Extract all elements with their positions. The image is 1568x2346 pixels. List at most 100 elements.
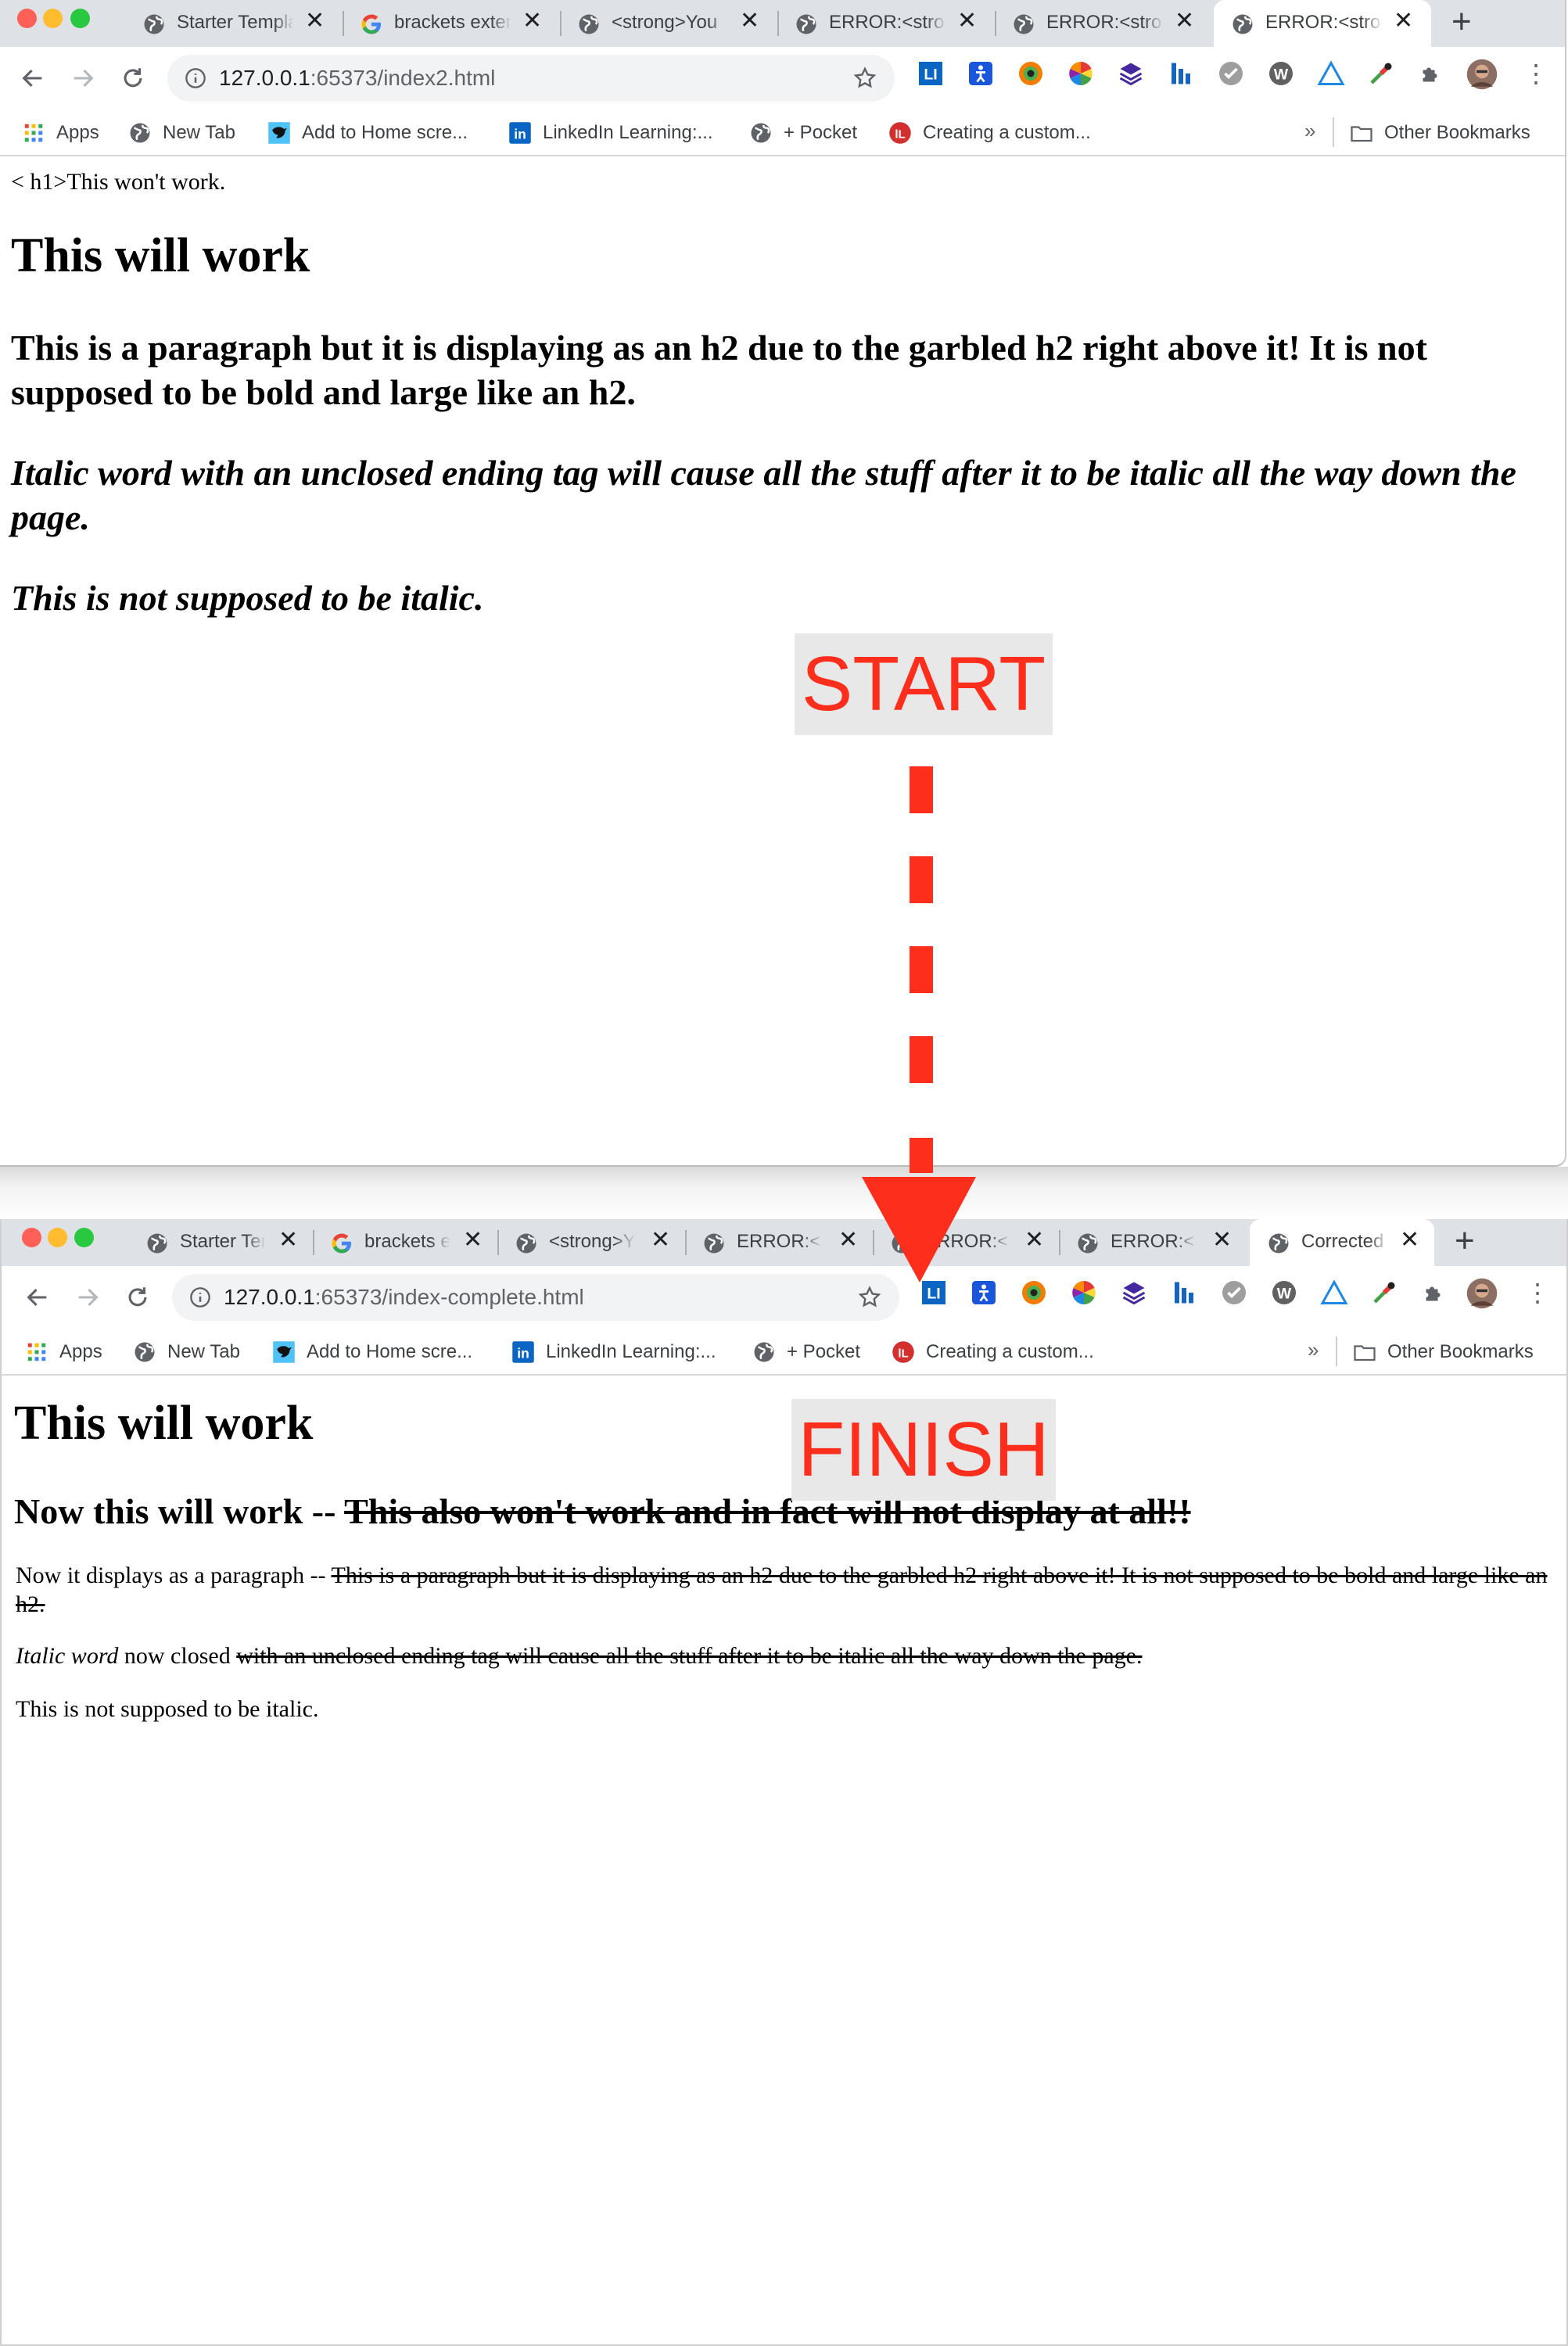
bookmark-new-tab[interactable]: New Tab: [128, 116, 235, 150]
bookmark-add-to-home[interactable]: Add to Home scre...: [272, 1335, 472, 1369]
tab-close-icon[interactable]: ✕: [838, 1229, 858, 1252]
page-content-broken: < h1>This won't work. This will work Thi…: [0, 156, 1565, 1165]
back-button[interactable]: [20, 1280, 55, 1315]
eyedropper-extension-icon[interactable]: [1370, 1279, 1398, 1307]
close-window-button[interactable]: [22, 1228, 41, 1247]
bookmark-linkedin-learning[interactable]: in LinkedIn Learning:...: [511, 1335, 716, 1369]
bookmark-apps[interactable]: Apps: [22, 116, 99, 150]
color-wheel-extension-icon[interactable]: [1067, 59, 1095, 88]
bookmark-new-tab[interactable]: New Tab: [133, 1335, 240, 1369]
colorzilla-extension-icon[interactable]: [1017, 59, 1045, 88]
wappalyzer-extension-icon[interactable]: W: [1270, 1279, 1298, 1307]
tab-starter-template[interactable]: Starter Template ✕: [125, 0, 343, 47]
reload-button[interactable]: [116, 61, 150, 95]
new-tab-button[interactable]: +: [1451, 5, 1472, 39]
tab-error-1[interactable]: ERROR:<strong> ✕: [777, 0, 995, 47]
tab-close-icon[interactable]: ✕: [740, 9, 759, 33]
tab-starter-template[interactable]: Starter Template ✕: [128, 1219, 313, 1266]
tab-error-1[interactable]: ERROR:<strong> ✕: [685, 1219, 873, 1266]
tab-close-icon[interactable]: ✕: [1212, 1229, 1232, 1252]
forward-button[interactable]: [70, 1280, 105, 1315]
tab-error-active[interactable]: ERROR:<strong> ✕: [1214, 0, 1431, 47]
tab-close-icon[interactable]: ✕: [463, 1229, 483, 1252]
bookmark-creating-custom[interactable]: lL Creating a custom...: [892, 1335, 1094, 1369]
minimize-window-button[interactable]: [48, 1228, 67, 1247]
colorzilla-extension-icon[interactable]: [1020, 1279, 1048, 1307]
menu-kebab-icon[interactable]: ⋮: [1523, 61, 1548, 86]
tab-close-icon[interactable]: ✕: [522, 9, 542, 33]
tab-close-icon[interactable]: ✕: [957, 9, 977, 33]
h2-struck-text: This also won't work and in fact will no…: [344, 1491, 1191, 1531]
bookmarks-overflow-chevron[interactable]: »: [1308, 1338, 1319, 1362]
minimize-window-button[interactable]: [43, 9, 63, 28]
globe-icon: [1268, 1233, 1289, 1254]
back-button[interactable]: [16, 61, 50, 95]
url-text: 127.0.0.1:65373/index-complete.html: [224, 1285, 584, 1310]
reload-button[interactable]: [120, 1280, 155, 1315]
page-content-corrected: This will work Now this will work -- Thi…: [2, 1376, 1566, 2344]
bookmarks-overflow-chevron[interactable]: »: [1304, 119, 1315, 143]
other-bookmarks-folder[interactable]: Other Bookmarks: [1353, 1335, 1534, 1369]
tab-corrected-active[interactable]: Corrected ✕: [1250, 1219, 1434, 1266]
tab-close-icon[interactable]: ✕: [651, 1229, 670, 1252]
layers-extension-icon[interactable]: [1117, 59, 1145, 88]
tab-close-icon[interactable]: ✕: [305, 9, 325, 33]
eyedropper-extension-icon[interactable]: [1367, 59, 1395, 88]
tab-close-icon[interactable]: ✕: [278, 1229, 298, 1252]
bars-extension-icon[interactable]: [1170, 1279, 1198, 1307]
info-icon[interactable]: [189, 1286, 211, 1308]
bookmark-apps[interactable]: Apps: [25, 1335, 102, 1369]
bookmark-pocket[interactable]: + Pocket: [749, 116, 857, 150]
google-g-icon: [332, 1233, 351, 1254]
forward-button[interactable]: [66, 61, 100, 95]
tab-close-icon[interactable]: ✕: [1394, 9, 1413, 33]
tab-error-2[interactable]: ERROR:<strong> ✕: [995, 0, 1212, 47]
tab-brackets-extension[interactable]: brackets extension ✕: [313, 1219, 497, 1266]
wappalyzer-extension-icon[interactable]: W: [1267, 59, 1295, 88]
info-icon[interactable]: [185, 67, 206, 89]
tab-close-icon[interactable]: ✕: [1175, 9, 1194, 33]
li-extension-icon[interactable]: LI: [917, 59, 945, 88]
zoom-window-button[interactable]: [74, 1228, 94, 1247]
tab-close-icon[interactable]: ✕: [1024, 1229, 1044, 1252]
bookmark-pocket[interactable]: + Pocket: [752, 1335, 860, 1369]
bars-extension-icon[interactable]: [1167, 59, 1195, 88]
layers-extension-icon[interactable]: [1120, 1279, 1148, 1307]
zoom-window-button[interactable]: [70, 9, 90, 28]
accessibility-extension-icon[interactable]: [970, 1279, 998, 1307]
bookmark-label: Creating a custom...: [926, 1341, 1094, 1362]
bookmark-star-icon[interactable]: [857, 1285, 882, 1310]
tab-strong-you[interactable]: <strong>You ✕: [497, 1219, 685, 1266]
close-window-button[interactable]: [17, 9, 37, 28]
accessibility-extension-icon[interactable]: [967, 59, 995, 88]
bookmark-linkedin-learning[interactable]: in LinkedIn Learning:...: [508, 116, 713, 150]
menu-kebab-icon[interactable]: ⋮: [1525, 1280, 1550, 1305]
li-extension-icon[interactable]: LI: [920, 1279, 948, 1307]
tab-strong-you[interactable]: <strong>You ✕: [560, 0, 777, 47]
checkmark-extension-icon[interactable]: [1217, 59, 1245, 88]
triangle-extension-icon[interactable]: [1317, 59, 1345, 88]
arrow-dash: [910, 856, 933, 903]
tab-separator: [343, 11, 344, 36]
profile-avatar[interactable]: [1466, 1277, 1498, 1310]
url-host: 127.0.0.1: [224, 1285, 315, 1309]
address-bar[interactable]: 127.0.0.1:65373/index2.html: [167, 55, 895, 102]
color-wheel-extension-icon[interactable]: [1070, 1279, 1098, 1307]
puzzle-extensions-icon[interactable]: [1417, 59, 1445, 88]
address-bar[interactable]: 127.0.0.1:65373/index-complete.html: [172, 1274, 899, 1321]
globe-icon: [1233, 14, 1253, 34]
checkmark-extension-icon[interactable]: [1220, 1279, 1248, 1307]
tab-error-3[interactable]: ERROR:<strong> ✕: [1059, 1219, 1247, 1266]
puzzle-extensions-icon[interactable]: [1420, 1279, 1448, 1307]
bookmark-add-to-home[interactable]: Add to Home scre...: [267, 116, 468, 150]
other-bookmarks-folder[interactable]: Other Bookmarks: [1350, 116, 1530, 150]
tab-title: brackets extension: [364, 1231, 450, 1253]
bookmark-creating-custom[interactable]: lL Creating a custom...: [888, 116, 1091, 150]
bookmark-star-icon[interactable]: [852, 66, 877, 91]
tab-brackets-extension[interactable]: brackets extension ✕: [343, 0, 560, 47]
tab-separator: [685, 1230, 687, 1255]
triangle-extension-icon[interactable]: [1320, 1279, 1348, 1307]
profile-avatar[interactable]: [1466, 58, 1498, 91]
tab-close-icon[interactable]: ✕: [1400, 1229, 1419, 1252]
new-tab-button[interactable]: +: [1455, 1224, 1475, 1258]
